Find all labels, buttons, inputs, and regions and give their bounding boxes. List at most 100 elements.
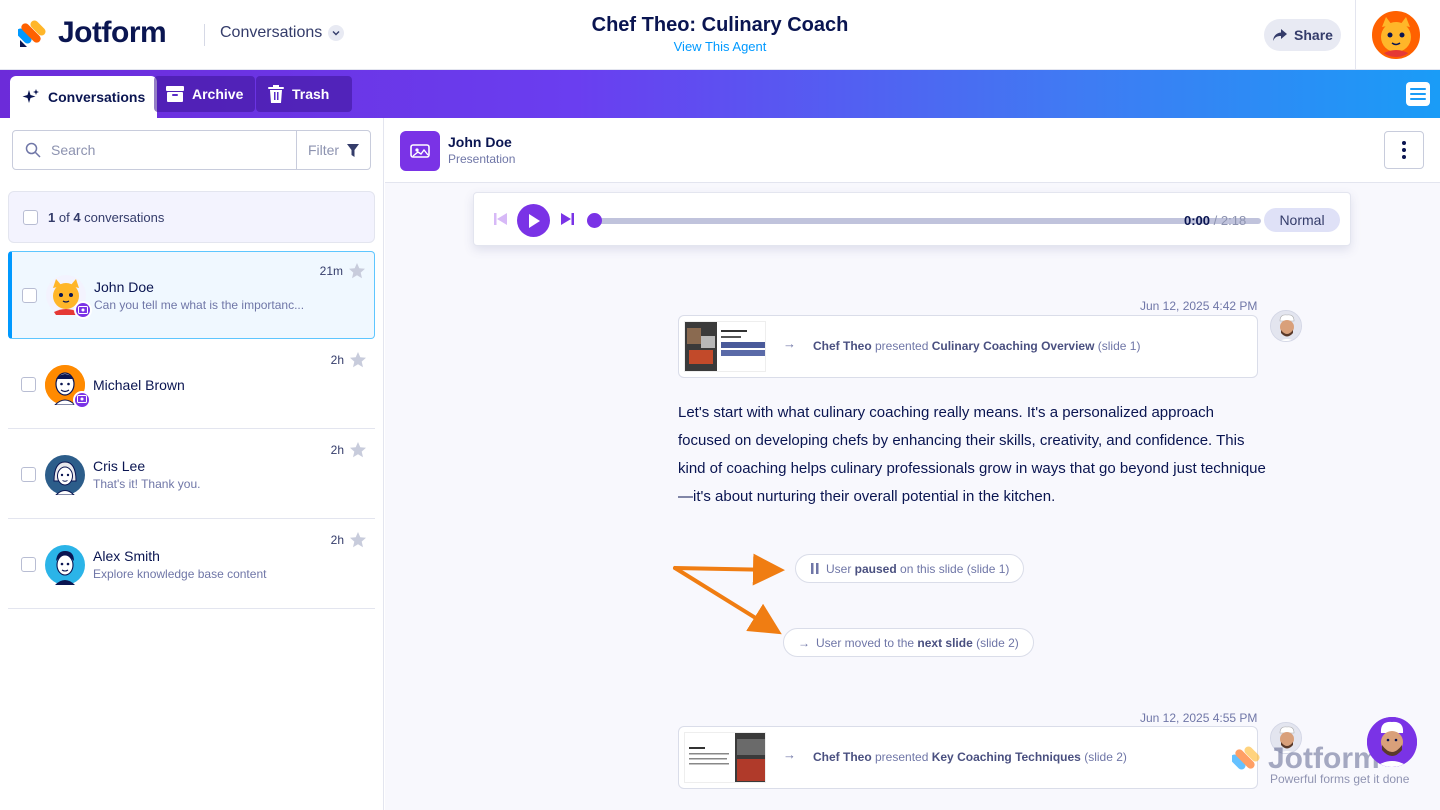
tab-conversations-label: Conversations xyxy=(48,89,146,105)
conversation-checkbox[interactable] xyxy=(21,557,36,572)
conversation-item-cris-lee[interactable]: Cris Lee That's it! Thank you. 2h xyxy=(8,431,375,519)
conversation-name: Michael Brown xyxy=(93,376,185,393)
count-suffix: conversations xyxy=(80,209,165,225)
conversation-item-john-doe[interactable]: John Doe Can you tell me what is the imp… xyxy=(8,251,375,339)
conversation-time: 2h xyxy=(330,443,344,457)
conversation-checkbox[interactable] xyxy=(22,287,37,303)
header-vertical-divider xyxy=(1355,0,1356,70)
tab-conversations[interactable]: Conversations xyxy=(10,76,158,118)
presented-verb: presented xyxy=(871,750,932,764)
cat-avatar-icon xyxy=(1374,13,1418,57)
event-text: User paused on this slide (slide 1) xyxy=(826,562,1009,576)
view-agent-link[interactable]: View This Agent xyxy=(674,39,767,54)
contact-channel: Presentation xyxy=(448,152,516,166)
conversation-time: 21m xyxy=(319,264,343,278)
share-button[interactable]: Share xyxy=(1264,19,1341,51)
event-text-pre: User moved to the xyxy=(816,635,918,650)
conversation-checkbox[interactable] xyxy=(21,467,36,482)
search-box[interactable] xyxy=(12,130,297,170)
annotation-arrows xyxy=(673,553,785,635)
avatar xyxy=(45,454,85,495)
slide-presented-card[interactable]: → Chef Theo presented Key Coaching Techn… xyxy=(678,726,1258,789)
arrow-to-paused-event xyxy=(673,553,785,586)
star-icon[interactable] xyxy=(348,262,366,280)
jotform-logo-icon xyxy=(1232,746,1260,770)
count-total: 4 xyxy=(73,209,81,225)
trash-icon xyxy=(268,85,284,103)
star-icon[interactable] xyxy=(349,531,367,549)
progress-track[interactable] xyxy=(587,218,1261,224)
slide-presented-text: Chef Theo presented Key Coaching Techniq… xyxy=(813,750,1127,764)
skip-previous-icon[interactable] xyxy=(494,212,508,226)
conversation-preview: Can you tell me what is the importanc... xyxy=(94,297,305,312)
chef-agent-launcher[interactable] xyxy=(1367,717,1417,767)
avatar xyxy=(45,544,85,585)
conversation-checkbox[interactable] xyxy=(21,377,36,392)
section-dropdown-label: Conversations xyxy=(220,24,323,41)
avatar xyxy=(46,275,92,319)
slide-title: Culinary Coaching Overview xyxy=(931,339,1095,353)
progress-knob[interactable] xyxy=(587,213,602,228)
chef-avatar-icon xyxy=(1271,311,1301,341)
archive-icon xyxy=(166,86,184,102)
chevron-down-icon xyxy=(328,25,345,41)
more-options-button[interactable] xyxy=(1384,131,1424,169)
user-avatar[interactable] xyxy=(1372,11,1420,59)
contact-name: John Doe xyxy=(448,134,512,150)
event-text-post: on this slide xyxy=(896,561,964,576)
top-header: Jotform Conversations Chef Theo: Culinar… xyxy=(0,0,1440,70)
star-icon[interactable] xyxy=(349,441,367,459)
presented-verb: presented xyxy=(871,339,932,353)
agent-header: Chef Theo: Culinary Coach View This Agen… xyxy=(520,14,920,56)
woman-avatar-icon xyxy=(45,454,85,495)
share-button-label: Share xyxy=(1294,27,1333,43)
conversation-item-michael-brown[interactable]: Michael Brown 2h xyxy=(8,341,375,429)
event-text: User moved to the next slide (slide 2) xyxy=(816,636,1019,650)
avatar xyxy=(45,364,91,409)
conversation-sidebar: Filter 1 of 4 conversations xyxy=(0,118,384,810)
count-of: of xyxy=(55,209,74,225)
presentation-badge-icon xyxy=(74,301,92,319)
conversation-item-alex-smith[interactable]: Alex Smith Explore knowledge base conten… xyxy=(8,521,375,609)
filter-funnel-icon xyxy=(347,143,360,157)
tab-archive-label: Archive xyxy=(192,86,244,102)
audio-player: 0:00 / 2:18 Normal xyxy=(473,192,1351,246)
slide-presented-card[interactable]: → Chef Theo presented Culinary Coaching … xyxy=(678,315,1258,378)
arrow-to-next-slide-event xyxy=(673,566,782,635)
menu-button[interactable] xyxy=(1406,82,1430,106)
slide-presented-text: Chef Theo presented Culinary Coaching Ov… xyxy=(813,339,1140,353)
conversation-count: 1 of 4 conversations xyxy=(48,210,164,225)
sparkle-icon xyxy=(22,89,39,103)
jotform-logo-icon xyxy=(18,20,46,47)
conversation-name: Cris Lee xyxy=(93,458,146,474)
jotform-logo[interactable]: Jotform xyxy=(18,16,167,50)
presentation-icon xyxy=(400,131,440,171)
event-text-bold: next slide xyxy=(917,635,973,650)
conversation-preview: That's it! Thank you. xyxy=(93,477,201,491)
conversation-detail: John Doe Presentation 0:00 / 2:18 Normal… xyxy=(385,118,1440,810)
filter-button[interactable]: Filter xyxy=(296,130,371,170)
playback-speed-button[interactable]: Normal xyxy=(1264,208,1340,232)
skip-next-icon[interactable] xyxy=(560,212,574,226)
filter-button-label: Filter xyxy=(307,142,340,158)
event-text-bold: paused xyxy=(854,561,897,576)
section-dropdown[interactable]: Conversations xyxy=(220,24,345,42)
vertical-dots-icon xyxy=(1402,141,1406,159)
slide-number: (slide 1) xyxy=(1094,339,1141,353)
current-time: 0:00 xyxy=(1184,213,1211,228)
slide-thumbnail xyxy=(684,732,766,783)
tab-trash[interactable]: Trash xyxy=(256,76,352,112)
message-timestamp: Jun 12, 2025 4:42 PM xyxy=(1140,299,1258,313)
conversation-text: Michael Brown xyxy=(93,377,323,393)
tab-trash-label: Trash xyxy=(292,86,330,102)
message-timestamp: Jun 12, 2025 4:55 PM xyxy=(1140,711,1258,725)
search-input[interactable] xyxy=(51,142,271,158)
slide-title: Key Coaching Techniques xyxy=(931,750,1081,764)
play-button[interactable] xyxy=(517,204,550,237)
select-all-checkbox[interactable] xyxy=(23,209,38,225)
presentation-badge-icon xyxy=(73,390,91,409)
tab-archive[interactable]: Archive xyxy=(154,76,256,112)
star-icon[interactable] xyxy=(349,351,367,369)
brand-name: Jotform xyxy=(58,16,167,49)
presenter-name: Chef Theo xyxy=(813,339,872,353)
